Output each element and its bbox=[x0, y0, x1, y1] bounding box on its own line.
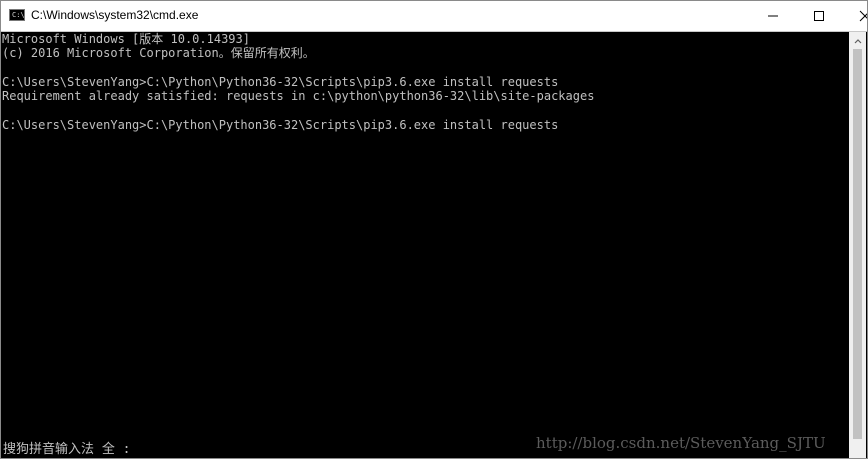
maximize-button[interactable] bbox=[796, 1, 842, 31]
scroll-up-button[interactable] bbox=[849, 32, 866, 49]
close-icon bbox=[859, 10, 867, 22]
cmd-icon[interactable]: C:\ bbox=[9, 9, 25, 21]
cmd-window: C:\ C:\Windows\system32\cmd.exe Microsof… bbox=[0, 0, 868, 459]
console-line: Requirement already satisfied: requests … bbox=[2, 89, 595, 104]
minimize-icon bbox=[768, 15, 778, 17]
console-line: Microsoft Windows [版本 10.0.14393] bbox=[2, 32, 250, 46]
watermark: http://blog.csdn.net/StevenYang_SJTU bbox=[536, 434, 826, 452]
console-line: (c) 2016 Microsoft Corporation。保留所有权利。 bbox=[2, 46, 315, 61]
ime-status: 搜狗拼音输入法 全 : bbox=[3, 442, 131, 457]
maximize-icon bbox=[814, 11, 824, 21]
vertical-scrollbar[interactable] bbox=[849, 32, 866, 458]
minimize-button[interactable] bbox=[750, 1, 796, 31]
console-line: C:\Users\StevenYang>C:\Python\Python36-3… bbox=[2, 74, 559, 89]
chevron-up-icon bbox=[854, 38, 861, 43]
console-line: C:\Users\StevenYang>C:\Python\Python36-3… bbox=[2, 117, 559, 132]
close-button[interactable] bbox=[842, 1, 867, 31]
console-output[interactable]: Microsoft Windows [版本 10.0.14393] (c) 20… bbox=[2, 32, 849, 456]
window-title: C:\Windows\system32\cmd.exe bbox=[31, 8, 199, 22]
scroll-thumb[interactable] bbox=[853, 49, 862, 439]
title-bar[interactable]: C:\ C:\Windows\system32\cmd.exe bbox=[1, 1, 867, 31]
